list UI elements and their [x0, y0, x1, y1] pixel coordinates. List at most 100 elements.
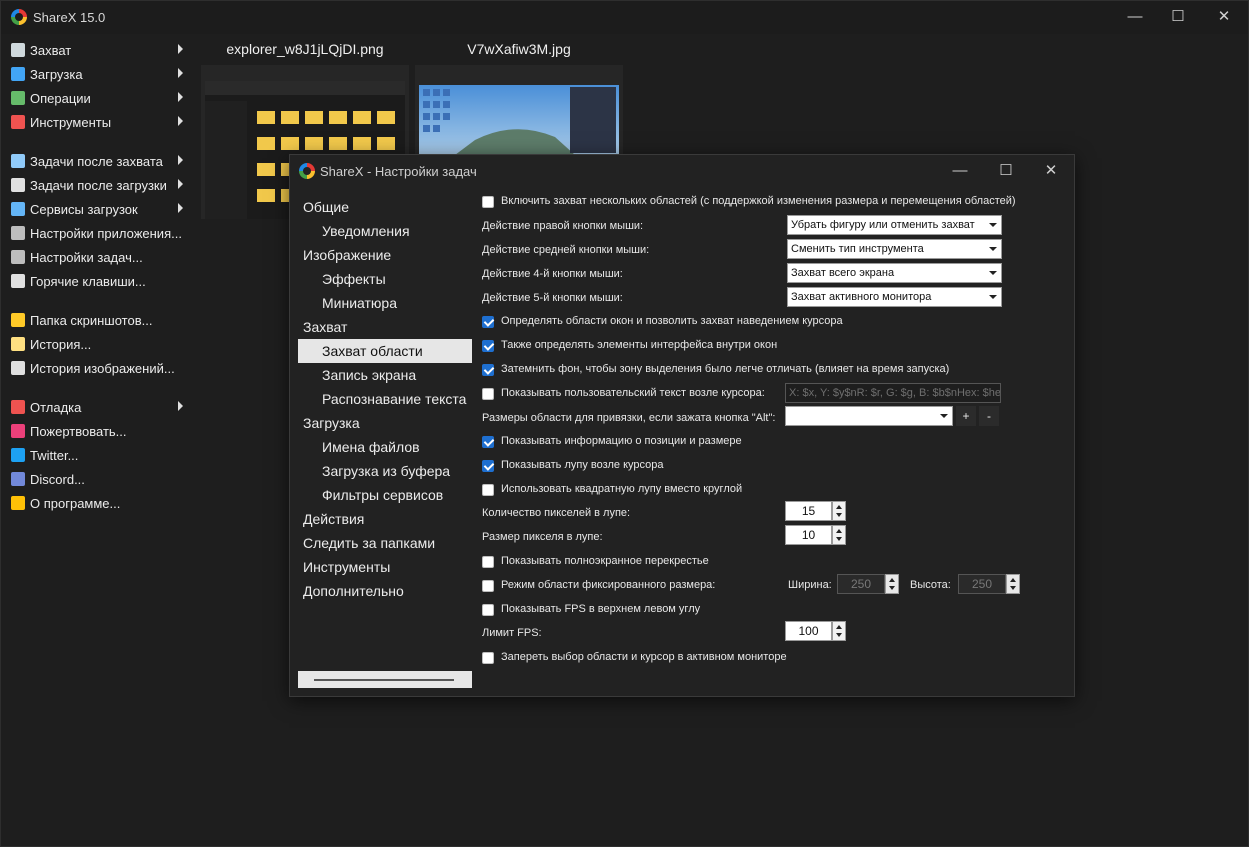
show-magnifier-checkbox[interactable] [482, 460, 494, 472]
fixed-height-value[interactable]: 250 [958, 574, 1006, 594]
menu-item[interactable]: История... [1, 332, 197, 356]
width-label: Ширина: [788, 579, 832, 591]
menu-item[interactable]: Захват [1, 38, 197, 62]
close-button[interactable]: ✕ [1214, 7, 1234, 27]
menu-item[interactable]: Задачи после загрузки [1, 173, 197, 197]
up-arrow-icon[interactable] [836, 625, 842, 629]
tree-item[interactable]: Инструменты [298, 555, 472, 579]
tree-item[interactable]: Действия [298, 507, 472, 531]
menu-item[interactable]: Загрузка [1, 62, 197, 86]
thumbnail-title[interactable]: V7wXafiw3M.jpg [415, 41, 623, 61]
dialog-close-button[interactable]: ✕ [1040, 161, 1062, 181]
mouse4-select[interactable]: Захват всего экрана [787, 263, 1002, 283]
tree-item[interactable]: Миниатюра [298, 291, 472, 315]
menu-item[interactable]: Задачи после захвата [1, 149, 197, 173]
up-arrow-icon[interactable] [1010, 578, 1016, 582]
crosshair-checkbox[interactable] [482, 556, 494, 568]
detect-windows-checkbox[interactable] [482, 316, 494, 328]
stepper-arrows[interactable] [832, 621, 846, 641]
tree-item[interactable]: Изображение [298, 243, 472, 267]
down-arrow-icon[interactable] [1010, 586, 1016, 590]
tree-horizontal-scrollbar[interactable] [298, 671, 472, 688]
stepper-arrows[interactable] [1006, 574, 1020, 594]
app-settings-icon [11, 226, 25, 240]
tree-item[interactable]: Дополнительно [298, 579, 472, 603]
menu-item[interactable]: Отладка [1, 395, 197, 419]
thumbnail-2[interactable]: V7wXafiw3M.jpg [415, 41, 623, 219]
magnifier-pixels-value[interactable]: 15 [785, 501, 832, 521]
right-click-select[interactable]: Убрать фигуру или отменить захват [787, 215, 1002, 235]
up-arrow-icon[interactable] [889, 578, 895, 582]
workflows-icon [11, 91, 25, 105]
minimize-button[interactable]: — [1125, 7, 1145, 27]
crown-icon [11, 496, 25, 510]
menu-item[interactable]: Операции [1, 86, 197, 110]
tree-item[interactable]: Запись экрана [298, 363, 472, 387]
menu-item[interactable]: Discord... [1, 467, 197, 491]
chevron-right-icon [178, 203, 183, 213]
menu-item[interactable]: История изображений... [1, 356, 197, 380]
down-arrow-icon[interactable] [889, 586, 895, 590]
chevron-down-icon[interactable] [936, 407, 952, 425]
stepper-arrows[interactable] [885, 574, 899, 594]
multi-region-checkbox[interactable] [482, 196, 494, 208]
menu-item[interactable]: Пожертвовать... [1, 419, 197, 443]
debug-icon [11, 400, 25, 414]
menu-item[interactable]: Настройки задач... [1, 245, 197, 269]
menu-item[interactable]: Сервисы загрузок [1, 197, 197, 221]
middle-click-select[interactable]: Сменить тип инструмента [787, 239, 1002, 259]
remove-snap-size-button[interactable]: - [979, 406, 999, 426]
maximize-button[interactable]: ☐ [1168, 7, 1188, 27]
magnifier-size-value[interactable]: 10 [785, 525, 832, 545]
fixed-width-value[interactable]: 250 [837, 574, 885, 594]
tree-item[interactable]: Загрузка из буфера [298, 459, 472, 483]
stepper-arrows[interactable] [832, 501, 846, 521]
add-snap-size-button[interactable]: + [956, 406, 976, 426]
menu-item[interactable]: Папка скриншотов... [1, 308, 197, 332]
chevron-down-icon[interactable] [985, 264, 1001, 282]
down-arrow-icon[interactable] [836, 633, 842, 637]
up-arrow-icon[interactable] [836, 505, 842, 509]
tree-item[interactable]: Эффекты [298, 267, 472, 291]
menu-item[interactable]: Twitter... [1, 443, 197, 467]
custom-info-checkbox[interactable] [482, 388, 494, 400]
dialog-minimize-button[interactable]: — [949, 161, 971, 181]
menu-item[interactable]: Настройки приложения... [1, 221, 197, 245]
tree-item[interactable]: Захват [298, 315, 472, 339]
fps-limit-value[interactable]: 100 [785, 621, 832, 641]
snap-sizes-select[interactable] [785, 406, 953, 426]
tree-item[interactable]: Захват области [298, 339, 472, 363]
square-magnifier-checkbox[interactable] [482, 484, 494, 496]
up-arrow-icon[interactable] [836, 529, 842, 533]
down-arrow-icon[interactable] [836, 513, 842, 517]
chevron-down-icon[interactable] [985, 288, 1001, 306]
tree-item[interactable]: Уведомления [298, 219, 472, 243]
show-info-checkbox[interactable] [482, 436, 494, 448]
menu-item[interactable]: О программе... [1, 491, 197, 515]
tree-item[interactable]: Распознавание текста [298, 387, 472, 411]
lock-monitor-checkbox[interactable] [482, 652, 494, 664]
right-click-value: Убрать фигуру или отменить захват [791, 219, 975, 231]
tree-item[interactable]: Загрузка [298, 411, 472, 435]
custom-info-input[interactable]: X: $x, Y: $y$nR: $r, G: $g, B: $b$nHex: … [785, 383, 1001, 403]
thumbnail-title[interactable]: explorer_w8J1jLQjDI.png [201, 41, 409, 61]
dim-background-checkbox[interactable] [482, 364, 494, 376]
stepper-arrows[interactable] [832, 525, 846, 545]
tree-item[interactable]: Общие [298, 195, 472, 219]
tree-item[interactable]: Фильтры сервисов [298, 483, 472, 507]
tree-item[interactable]: Имена файлов [298, 435, 472, 459]
fixed-size-checkbox[interactable] [482, 580, 494, 592]
show-fps-checkbox[interactable] [482, 604, 494, 616]
thumbnail-1[interactable]: explorer_w8J1jLQjDI.png [201, 41, 409, 219]
chevron-down-icon[interactable] [985, 216, 1001, 234]
tree-item[interactable]: Следить за папками [298, 531, 472, 555]
sharex-logo-icon [11, 9, 27, 25]
menu-item[interactable]: Инструменты [1, 110, 197, 134]
mouse5-select[interactable]: Захват активного монитора [787, 287, 1002, 307]
detect-controls-checkbox[interactable] [482, 340, 494, 352]
chevron-down-icon[interactable] [985, 240, 1001, 258]
menu-item[interactable]: Горячие клавиши... [1, 269, 197, 293]
scrollbar-thumb[interactable] [314, 679, 454, 681]
down-arrow-icon[interactable] [836, 537, 842, 541]
dialog-maximize-button[interactable]: ☐ [995, 161, 1017, 181]
